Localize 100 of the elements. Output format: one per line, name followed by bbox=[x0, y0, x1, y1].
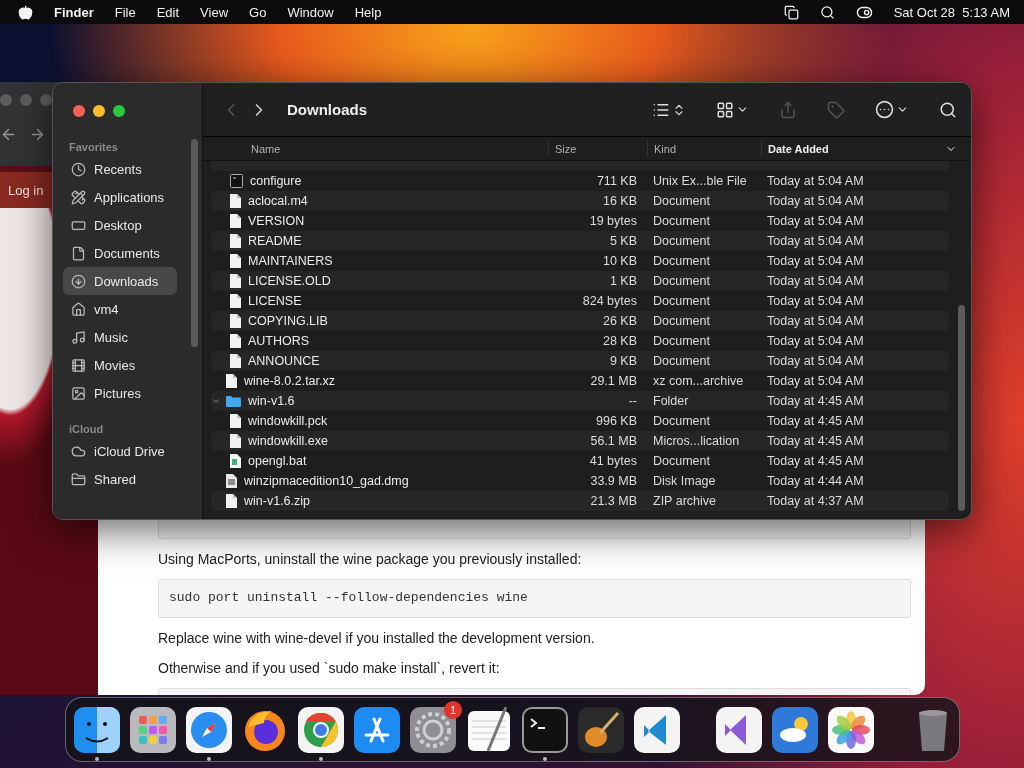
file-row[interactable]: opengl.bat 41 bytes Document Today at 4:45 AM bbox=[211, 451, 949, 471]
file-row[interactable]: win-v1.6 -- Folder Today at 4:45 AM bbox=[211, 391, 949, 411]
column-header[interactable]: Size bbox=[548, 140, 647, 157]
notification-badge: 1 bbox=[444, 700, 462, 719]
menu-item[interactable]: Help bbox=[354, 4, 382, 20]
terminal-icon[interactable] bbox=[522, 706, 568, 753]
file-date: Today at 5:04 AM bbox=[766, 274, 865, 288]
sidebar-label: Music bbox=[94, 329, 128, 345]
login-button[interactable]: Log in bbox=[0, 172, 52, 208]
file-row[interactable]: aclocal.m4 16 KB Document Today at 5:04 AM bbox=[211, 191, 949, 211]
sidebar-item[interactable]: Desktop bbox=[63, 211, 177, 239]
sidebar-label: Movies bbox=[94, 357, 136, 373]
scrollbar-thumb[interactable] bbox=[958, 305, 965, 511]
file-row[interactable]: MAINTAINERS 10 KB Document Today at 5:04 AM bbox=[211, 251, 949, 271]
file-kind: Document bbox=[652, 454, 711, 468]
sidebar-item[interactable]: vm4 bbox=[63, 295, 177, 323]
scrollbar-thumb[interactable] bbox=[191, 139, 198, 347]
file-kind: Folder bbox=[652, 394, 690, 408]
colored-ring-icon[interactable] bbox=[298, 706, 344, 753]
sidebar-item[interactable]: Downloads bbox=[63, 267, 177, 295]
file-size: 29.1 MB bbox=[589, 374, 638, 388]
file-row[interactable]: README 5 KB Document Today at 5:04 AM bbox=[211, 231, 949, 251]
menu-item[interactable]: Go bbox=[249, 4, 267, 20]
file-row[interactable]: win-v1.6.zip 21.3 MB ZIP archive Today at 4:37 AM bbox=[211, 491, 949, 511]
column-header[interactable]: Name bbox=[203, 140, 548, 157]
file-row[interactable]: wine-8.0.2.tar.xz 29.1 MB xz com...archive Today at 5:04 AM bbox=[211, 371, 949, 391]
sidebar-item[interactable]: Movies bbox=[63, 351, 177, 379]
compass-icon[interactable] bbox=[186, 706, 232, 753]
file-name: windowkill.pck bbox=[247, 414, 328, 428]
menu-item[interactable]: Finder bbox=[54, 4, 94, 20]
app-grid-icon[interactable] bbox=[130, 706, 176, 753]
sidebar-label: Documents bbox=[94, 245, 160, 261]
search-icon[interactable] bbox=[819, 4, 835, 20]
grid-view-icon[interactable] bbox=[716, 100, 734, 119]
menu-item[interactable]: File bbox=[114, 4, 136, 20]
guitar-icon[interactable] bbox=[578, 706, 624, 753]
sidebar-item[interactable]: Shared bbox=[63, 465, 177, 493]
close-button[interactable] bbox=[73, 105, 85, 117]
file-size: 56.1 MB bbox=[589, 434, 638, 448]
angle-bracket-icon[interactable] bbox=[634, 706, 680, 753]
flower-icon[interactable] bbox=[828, 706, 874, 753]
sidebar-item[interactable]: Pictures bbox=[63, 379, 177, 407]
sidebar-item[interactable]: iCloud Drive bbox=[63, 437, 177, 465]
clock-text[interactable]: Sat Oct 28 5:13 AM bbox=[893, 4, 1010, 20]
film-icon bbox=[71, 357, 86, 373]
file-date: Today at 5:04 AM bbox=[766, 194, 865, 208]
document-icon bbox=[230, 294, 241, 308]
file-size: 10 KB bbox=[601, 254, 638, 268]
menu-item[interactable]: View bbox=[200, 4, 229, 20]
zoom-button[interactable] bbox=[113, 105, 125, 117]
house-icon bbox=[71, 301, 86, 317]
menu-item[interactable]: Edit bbox=[156, 4, 180, 20]
search-icon[interactable] bbox=[939, 100, 957, 119]
file-kind: Document bbox=[652, 214, 711, 228]
file-row[interactable]: windowkill.pck 996 KB Document Today at 4:45 AM bbox=[211, 411, 949, 431]
more-options-icon[interactable] bbox=[875, 100, 894, 119]
weather-cloud-icon[interactable] bbox=[772, 706, 818, 753]
column-header[interactable]: Kind bbox=[647, 140, 761, 157]
file-name: opengl.bat bbox=[247, 454, 307, 468]
file-kind: Document bbox=[652, 314, 711, 328]
sidebar-label: Shared bbox=[94, 471, 136, 487]
sidebar-item[interactable]: Music bbox=[63, 323, 177, 351]
letter-a-icon[interactable] bbox=[354, 706, 400, 753]
file-name: MAINTAINERS bbox=[247, 254, 333, 268]
file-size: 996 KB bbox=[595, 414, 638, 428]
file-kind: Disk Image bbox=[652, 474, 717, 488]
file-row[interactable]: AUTHORS 28 KB Document Today at 5:04 AM bbox=[211, 331, 949, 351]
file-row[interactable]: COPYING.LIB 26 KB Document Today at 5:04 AM bbox=[211, 311, 949, 331]
file-row[interactable]: LICENSE.OLD 1 KB Document Today at 5:04 AM bbox=[211, 271, 949, 291]
sidebar-item[interactable]: Recents bbox=[63, 155, 177, 183]
file-row[interactable]: winzipmacedition10_gad.dmg 33.9 MB Disk Image Today at 4:44 AM bbox=[211, 471, 949, 491]
document-icon bbox=[230, 414, 241, 428]
ribbon-bracket-icon[interactable] bbox=[716, 706, 762, 753]
sidebar-item[interactable]: Applications bbox=[63, 183, 177, 211]
file-row[interactable]: configure 711 KB Unix Ex...ble File Today at 5:04 AM bbox=[211, 171, 949, 191]
file-row[interactable]: ANNOUNCE 9 KB Document Today at 5:04 AM bbox=[211, 351, 949, 371]
file-name: AUTHORS bbox=[247, 334, 310, 348]
notepad-pencil-icon[interactable] bbox=[466, 706, 512, 753]
smiling-face-icon[interactable] bbox=[74, 706, 120, 753]
file-date: Today at 5:04 AM bbox=[766, 254, 865, 268]
sidebar-item[interactable]: Documents bbox=[63, 239, 177, 267]
folder-icon bbox=[226, 395, 241, 407]
document-icon bbox=[230, 314, 241, 328]
screen-mirroring-icon[interactable] bbox=[783, 4, 799, 20]
file-kind: xz com...archive bbox=[652, 374, 745, 388]
file-row[interactable]: windowkill.exe 56.1 MB Micros...lication Today at 4:45 AM bbox=[211, 431, 949, 451]
sidebar-label: Applications bbox=[94, 189, 165, 205]
menu-item[interactable]: Window bbox=[287, 4, 334, 20]
file-row[interactable]: VERSION 19 bytes Document Today at 5:04 AM bbox=[211, 211, 949, 231]
minimize-button[interactable] bbox=[93, 105, 105, 117]
apple-logo-icon[interactable] bbox=[18, 4, 33, 20]
file-row[interactable]: LICENSE 824 bytes Document Today at 5:04 AM bbox=[211, 291, 949, 311]
document-icon bbox=[71, 245, 86, 261]
gear-icon[interactable] bbox=[410, 706, 456, 753]
file-size: 5 KB bbox=[608, 234, 638, 248]
disclosure-chevron-icon[interactable] bbox=[211, 396, 221, 406]
file-size: 19 bytes bbox=[588, 214, 638, 228]
file-name: wine-8.0.2.tar.xz bbox=[243, 374, 335, 388]
column-header[interactable]: Date Added bbox=[761, 140, 971, 157]
file-size: 41 bytes bbox=[588, 454, 638, 468]
